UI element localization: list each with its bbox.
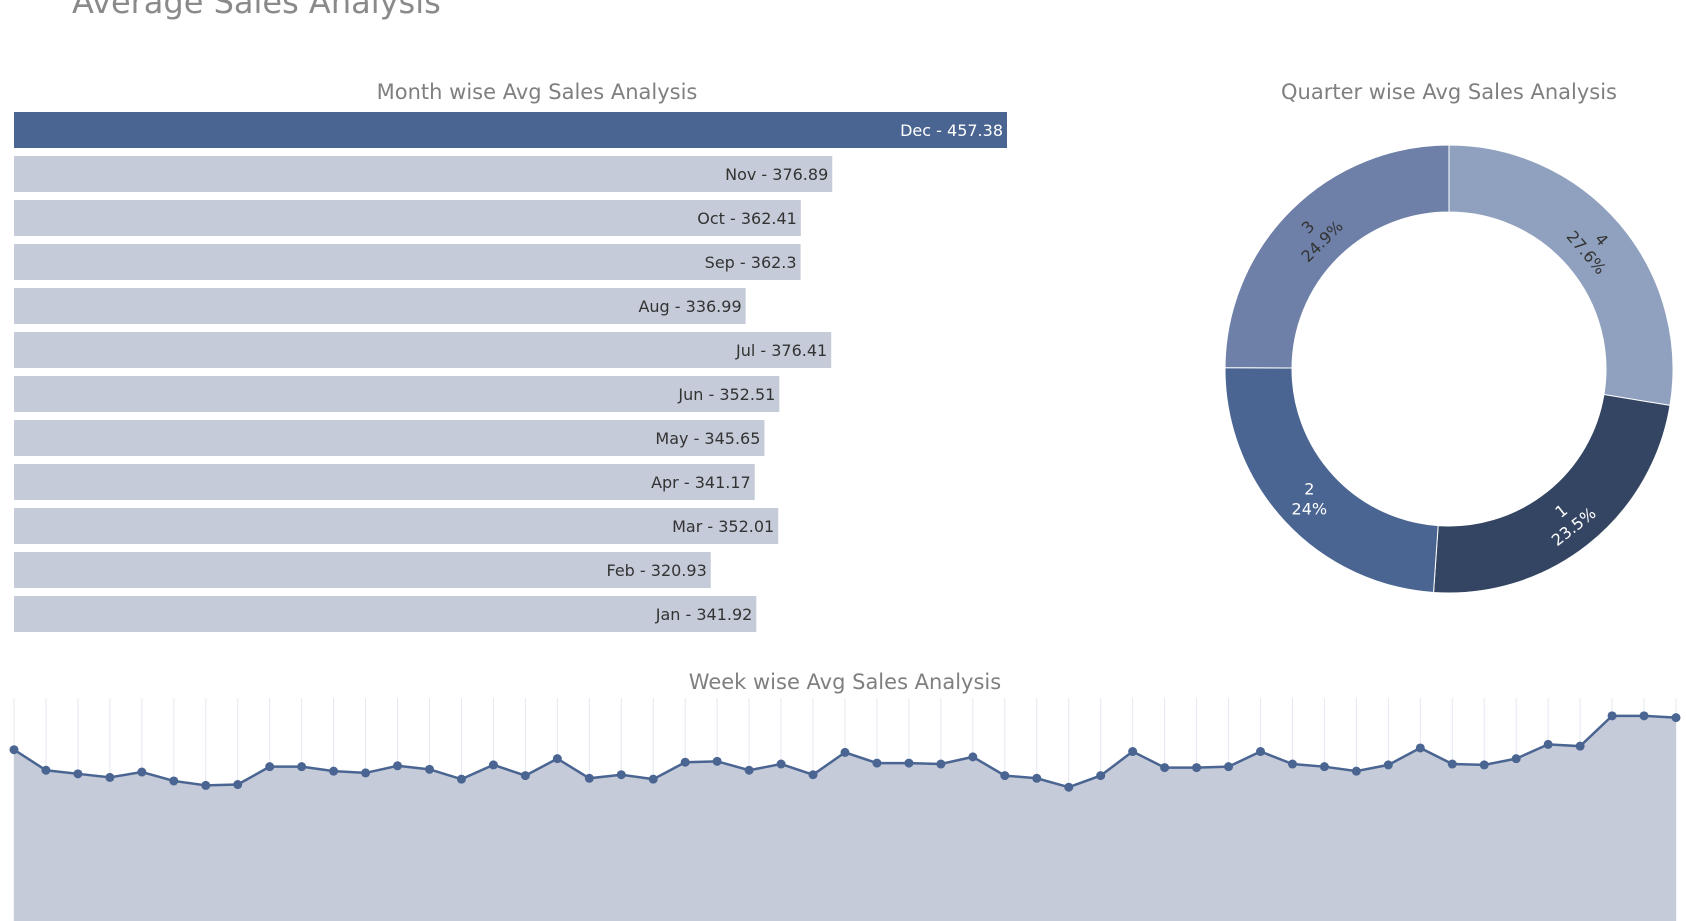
data-point-week-51[interactable] — [1607, 711, 1617, 721]
week-area-chart — [9, 698, 1681, 921]
data-point-week-19[interactable] — [584, 773, 594, 783]
data-point-week-34[interactable] — [1064, 782, 1074, 792]
data-point-week-8[interactable] — [233, 780, 243, 790]
data-point-week-26[interactable] — [808, 770, 818, 780]
data-point-week-5[interactable] — [137, 767, 147, 777]
data-point-week-37[interactable] — [1160, 763, 1170, 773]
data-point-week-50[interactable] — [1575, 741, 1585, 751]
data-point-week-15[interactable] — [456, 774, 466, 784]
data-point-week-23[interactable] — [712, 756, 722, 766]
data-point-week-3[interactable] — [73, 769, 83, 779]
data-point-week-21[interactable] — [648, 774, 658, 784]
data-point-week-30[interactable] — [936, 759, 946, 769]
data-point-week-18[interactable] — [552, 754, 562, 764]
data-point-week-41[interactable] — [1287, 759, 1297, 769]
data-point-week-36[interactable] — [1128, 747, 1138, 757]
data-point-week-35[interactable] — [1096, 771, 1106, 781]
data-point-week-40[interactable] — [1256, 747, 1265, 757]
data-point-week-6[interactable] — [169, 776, 179, 786]
data-point-week-42[interactable] — [1319, 762, 1329, 772]
data-point-week-49[interactable] — [1543, 739, 1553, 749]
data-point-week-38[interactable] — [1192, 763, 1202, 773]
data-point-week-10[interactable] — [297, 762, 307, 772]
data-point-week-33[interactable] — [1032, 773, 1042, 783]
data-point-week-2[interactable] — [41, 765, 51, 775]
data-point-week-44[interactable] — [1383, 760, 1393, 770]
data-point-week-9[interactable] — [265, 762, 275, 772]
data-point-week-52[interactable] — [1639, 711, 1649, 721]
data-point-week-46[interactable] — [1447, 759, 1457, 769]
data-point-week-13[interactable] — [393, 761, 403, 771]
data-point-week-48[interactable] — [1511, 754, 1521, 764]
data-point-week-14[interactable] — [425, 764, 434, 774]
data-point-week-43[interactable] — [1351, 766, 1361, 776]
data-point-week-4[interactable] — [105, 772, 115, 782]
data-point-week-53[interactable] — [1671, 713, 1681, 723]
data-point-week-31[interactable] — [968, 752, 978, 762]
data-point-week-12[interactable] — [361, 768, 371, 778]
data-point-week-39[interactable] — [1224, 762, 1234, 772]
data-point-week-20[interactable] — [616, 770, 626, 780]
data-point-week-11[interactable] — [329, 766, 339, 776]
data-point-week-47[interactable] — [1479, 760, 1489, 770]
data-point-week-16[interactable] — [488, 760, 498, 770]
data-point-week-7[interactable] — [201, 780, 211, 790]
data-point-week-32[interactable] — [1000, 771, 1010, 781]
data-point-week-27[interactable] — [840, 747, 850, 757]
data-point-week-1[interactable] — [9, 745, 19, 755]
data-point-week-24[interactable] — [744, 765, 754, 775]
data-point-week-45[interactable] — [1415, 743, 1425, 753]
data-point-week-17[interactable] — [520, 771, 530, 781]
data-point-week-25[interactable] — [776, 759, 786, 769]
data-point-week-29[interactable] — [904, 758, 914, 768]
data-point-week-22[interactable] — [680, 757, 690, 767]
data-point-week-28[interactable] — [872, 758, 882, 768]
